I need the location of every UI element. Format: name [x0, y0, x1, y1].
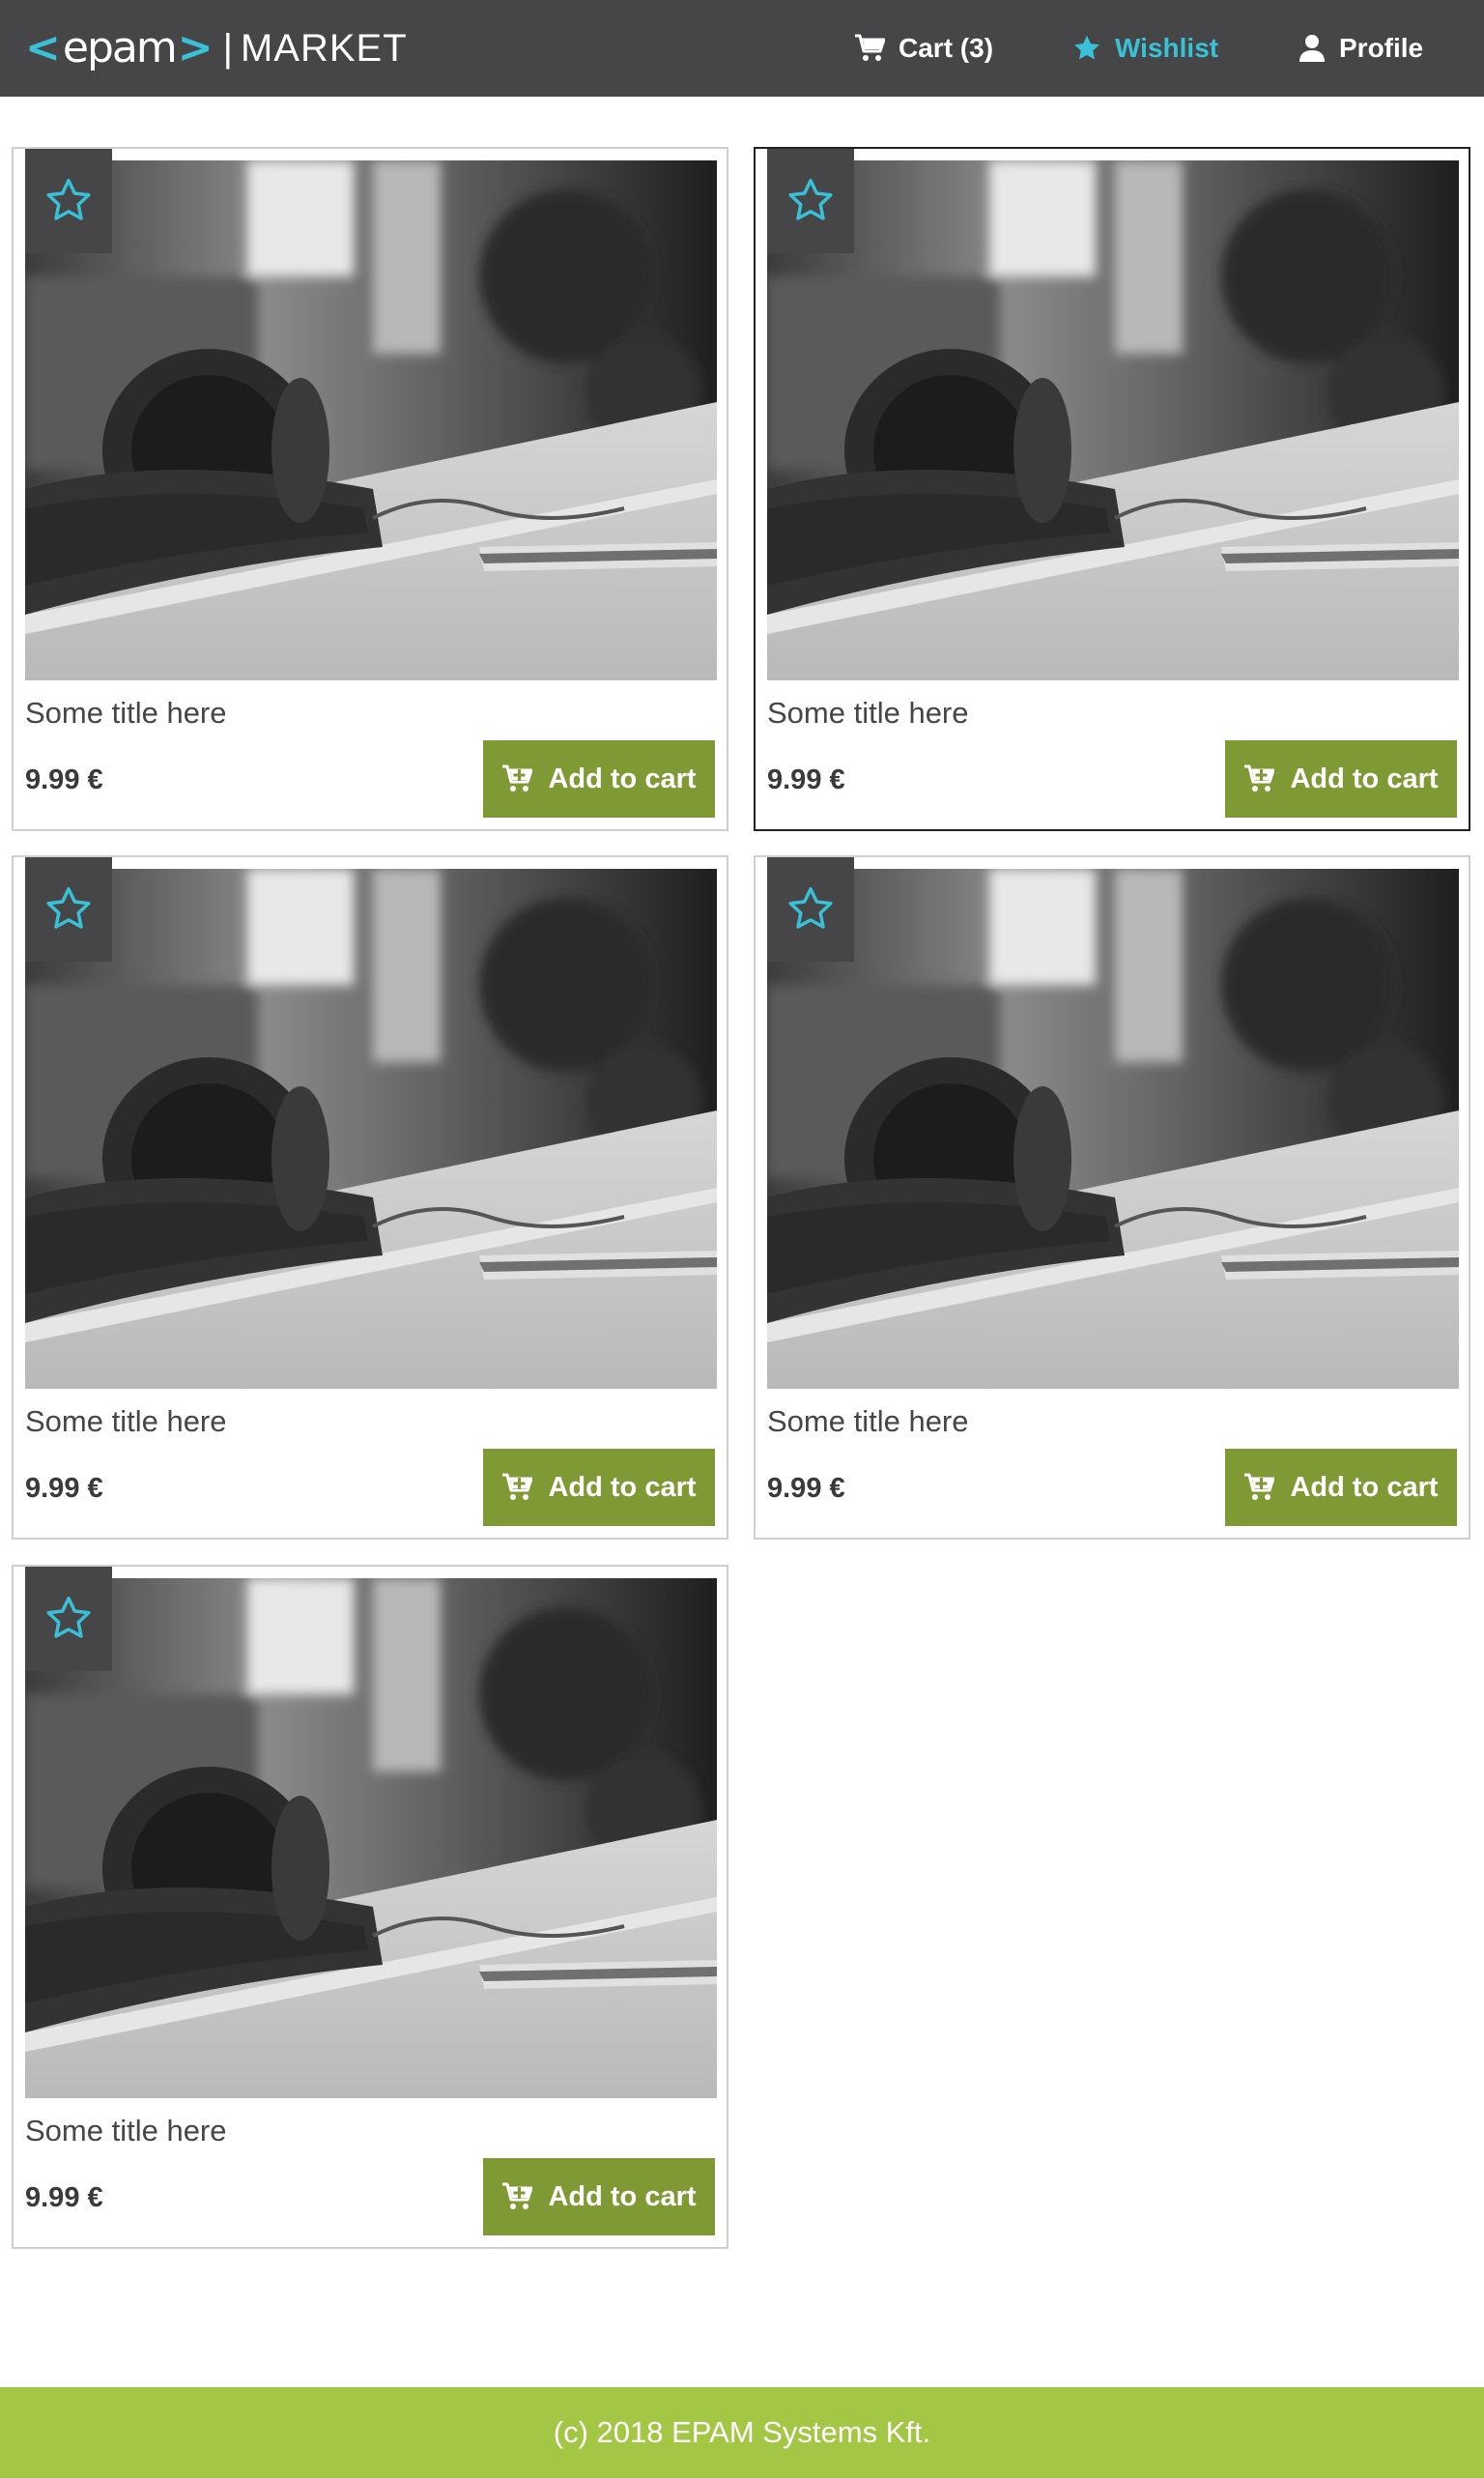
star-outline-icon: [788, 179, 833, 220]
star-outline-icon: [788, 887, 833, 929]
top-header: < epam > | MARKET Cart (3) Wishlist Prof…: [0, 0, 1484, 97]
product-title[interactable]: Some title here: [767, 1404, 969, 1439]
product-price: 9.99 €: [25, 1473, 103, 1504]
star-outline-icon: [46, 887, 91, 929]
add-to-cart-label: Add to cart: [548, 763, 697, 794]
add-to-cart-button[interactable]: Add to cart: [483, 740, 715, 818]
product-photo[interactable]: [25, 1578, 717, 2098]
add-to-cart-button[interactable]: Add to cart: [483, 2158, 715, 2235]
add-to-cart-button[interactable]: Add to cart: [1225, 740, 1457, 818]
product-photo[interactable]: [767, 869, 1459, 1389]
logo-word: epam: [62, 23, 178, 72]
user-icon: [1299, 35, 1325, 62]
star-outline-icon: [46, 1597, 91, 1638]
product-title[interactable]: Some title here: [767, 696, 969, 731]
star-outline-icon: [46, 179, 91, 220]
logo-bracket-right: >: [177, 23, 214, 72]
logo-separator: |: [222, 27, 233, 70]
product-image[interactable]: [25, 1578, 717, 2098]
cart-icon: [502, 2182, 533, 2209]
add-to-cart-label: Add to cart: [548, 1471, 697, 1503]
nav-cart[interactable]: Cart (3): [854, 0, 993, 97]
product-title[interactable]: Some title here: [25, 2114, 227, 2148]
product-photo[interactable]: [25, 160, 717, 680]
add-to-cart-label: Add to cart: [1290, 1471, 1439, 1503]
product-image[interactable]: [767, 160, 1459, 680]
logo-bracket-left: <: [25, 23, 61, 72]
cart-icon: [502, 1473, 533, 1500]
product-photo[interactable]: [25, 869, 717, 1389]
product-card[interactable]: Some title here 9.99 € Add to cart: [754, 855, 1470, 1540]
add-to-cart-label: Add to cart: [548, 2180, 697, 2212]
cart-icon: [855, 34, 885, 61]
cart-icon: [1244, 1473, 1275, 1500]
favorite-toggle[interactable]: [25, 149, 112, 253]
product-image[interactable]: [25, 160, 717, 680]
product-image[interactable]: [25, 869, 717, 1389]
nav-profile[interactable]: Profile: [1298, 0, 1423, 97]
product-price: 9.99 €: [25, 764, 103, 795]
product-price: 9.99 €: [25, 2182, 103, 2213]
product-card[interactable]: Some title here 9.99 € Add to cart: [12, 1565, 728, 2249]
cart-icon: [1244, 764, 1275, 792]
product-price: 9.99 €: [767, 764, 845, 795]
nav-wishlist[interactable]: Wishlist: [1072, 0, 1218, 97]
favorite-toggle[interactable]: [25, 857, 112, 962]
add-to-cart-button[interactable]: Add to cart: [483, 1449, 715, 1526]
epam-market-logo[interactable]: < epam > | MARKET: [25, 0, 408, 97]
footer: (c) 2018 EPAM Systems Kft.: [0, 2387, 1484, 2478]
add-to-cart-button[interactable]: Add to cart: [1225, 1449, 1457, 1526]
footer-copyright: (c) 2018 EPAM Systems Kft.: [553, 2415, 931, 2449]
product-photo[interactable]: [767, 160, 1459, 680]
product-image[interactable]: [767, 869, 1459, 1389]
nav-wishlist-label: Wishlist: [1115, 33, 1219, 63]
add-to-cart-label: Add to cart: [1290, 763, 1439, 794]
product-card[interactable]: Some title here 9.99 € Add to cart: [12, 147, 728, 831]
product-price: 9.99 €: [767, 1473, 845, 1504]
favorite-toggle[interactable]: [767, 857, 854, 962]
nav-profile-label: Profile: [1339, 33, 1424, 63]
product-title[interactable]: Some title here: [25, 1404, 227, 1439]
favorite-toggle[interactable]: [767, 149, 854, 253]
product-card[interactable]: Some title here 9.99 € Add to cart: [754, 147, 1470, 831]
cart-icon: [502, 764, 533, 792]
favorite-toggle[interactable]: [25, 1567, 112, 1671]
nav-cart-label: Cart (3): [899, 33, 994, 63]
star-icon: [1074, 35, 1099, 60]
logo-market: MARKET: [240, 27, 408, 70]
product-card[interactable]: Some title here 9.99 € Add to cart: [12, 855, 728, 1540]
product-title[interactable]: Some title here: [25, 696, 227, 731]
